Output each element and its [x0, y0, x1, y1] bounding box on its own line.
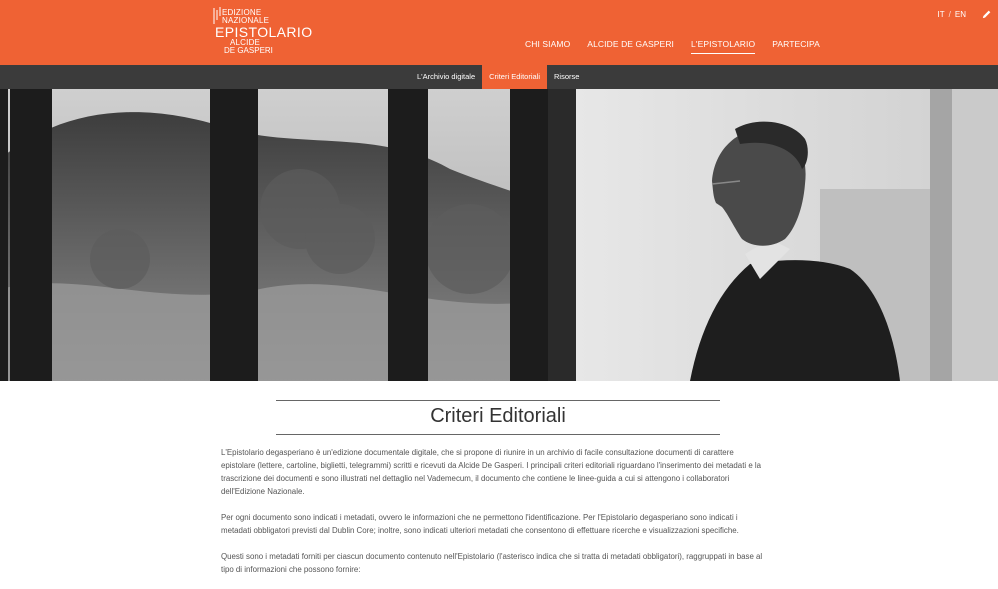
hero-image	[0, 89, 998, 381]
top-header: EDIZIONE NAZIONALE EPISTOLARIO ALCIDE DE…	[0, 0, 998, 65]
page-title: Criteri Editoriali	[430, 405, 566, 427]
subnav-criteri-editoriali[interactable]: Criteri Editoriali	[482, 65, 547, 89]
paragraph-elenco: Questi sono i metadati forniti per ciasc…	[221, 552, 763, 574]
logo-line-5: DE GASPERI	[224, 46, 273, 55]
lang-it-link[interactable]: IT	[938, 10, 945, 19]
page-content: L'Epistolario degasperiano è un'edizione…	[221, 446, 767, 589]
subnav-archivio-digitale[interactable]: L'Archivio digitale	[410, 65, 482, 89]
language-switcher: IT / EN	[938, 10, 966, 19]
paragraph-intro: L'Epistolario degasperiano è un'edizione…	[221, 448, 762, 496]
page-title-block: Criteri Editoriali	[276, 400, 720, 435]
sub-nav: L'Archivio digitale Criteri Editoriali R…	[410, 65, 586, 89]
nav-epistolario[interactable]: L'EPISTOLARIO	[691, 39, 756, 54]
pencil-icon[interactable]	[981, 9, 992, 20]
nav-chi-siamo[interactable]: CHI SIAMO	[525, 39, 570, 54]
lang-separator: /	[948, 10, 951, 19]
main-nav: CHI SIAMO ALCIDE DE GASPERI L'EPISTOLARI…	[525, 39, 837, 54]
hero-photo	[0, 89, 998, 381]
paragraph-metadati: Per ogni documento sono indicati i metad…	[221, 513, 739, 535]
site-logo[interactable]: EDIZIONE NAZIONALE EPISTOLARIO ALCIDE DE…	[212, 6, 312, 58]
subnav-risorse[interactable]: Risorse	[547, 65, 586, 89]
nav-alcide-de-gasperi[interactable]: ALCIDE DE GASPERI	[587, 39, 674, 54]
sub-nav-bar: L'Archivio digitale Criteri Editoriali R…	[0, 65, 998, 89]
nav-partecipa[interactable]: PARTECIPA	[772, 39, 820, 54]
lang-en-link[interactable]: EN	[955, 10, 966, 19]
